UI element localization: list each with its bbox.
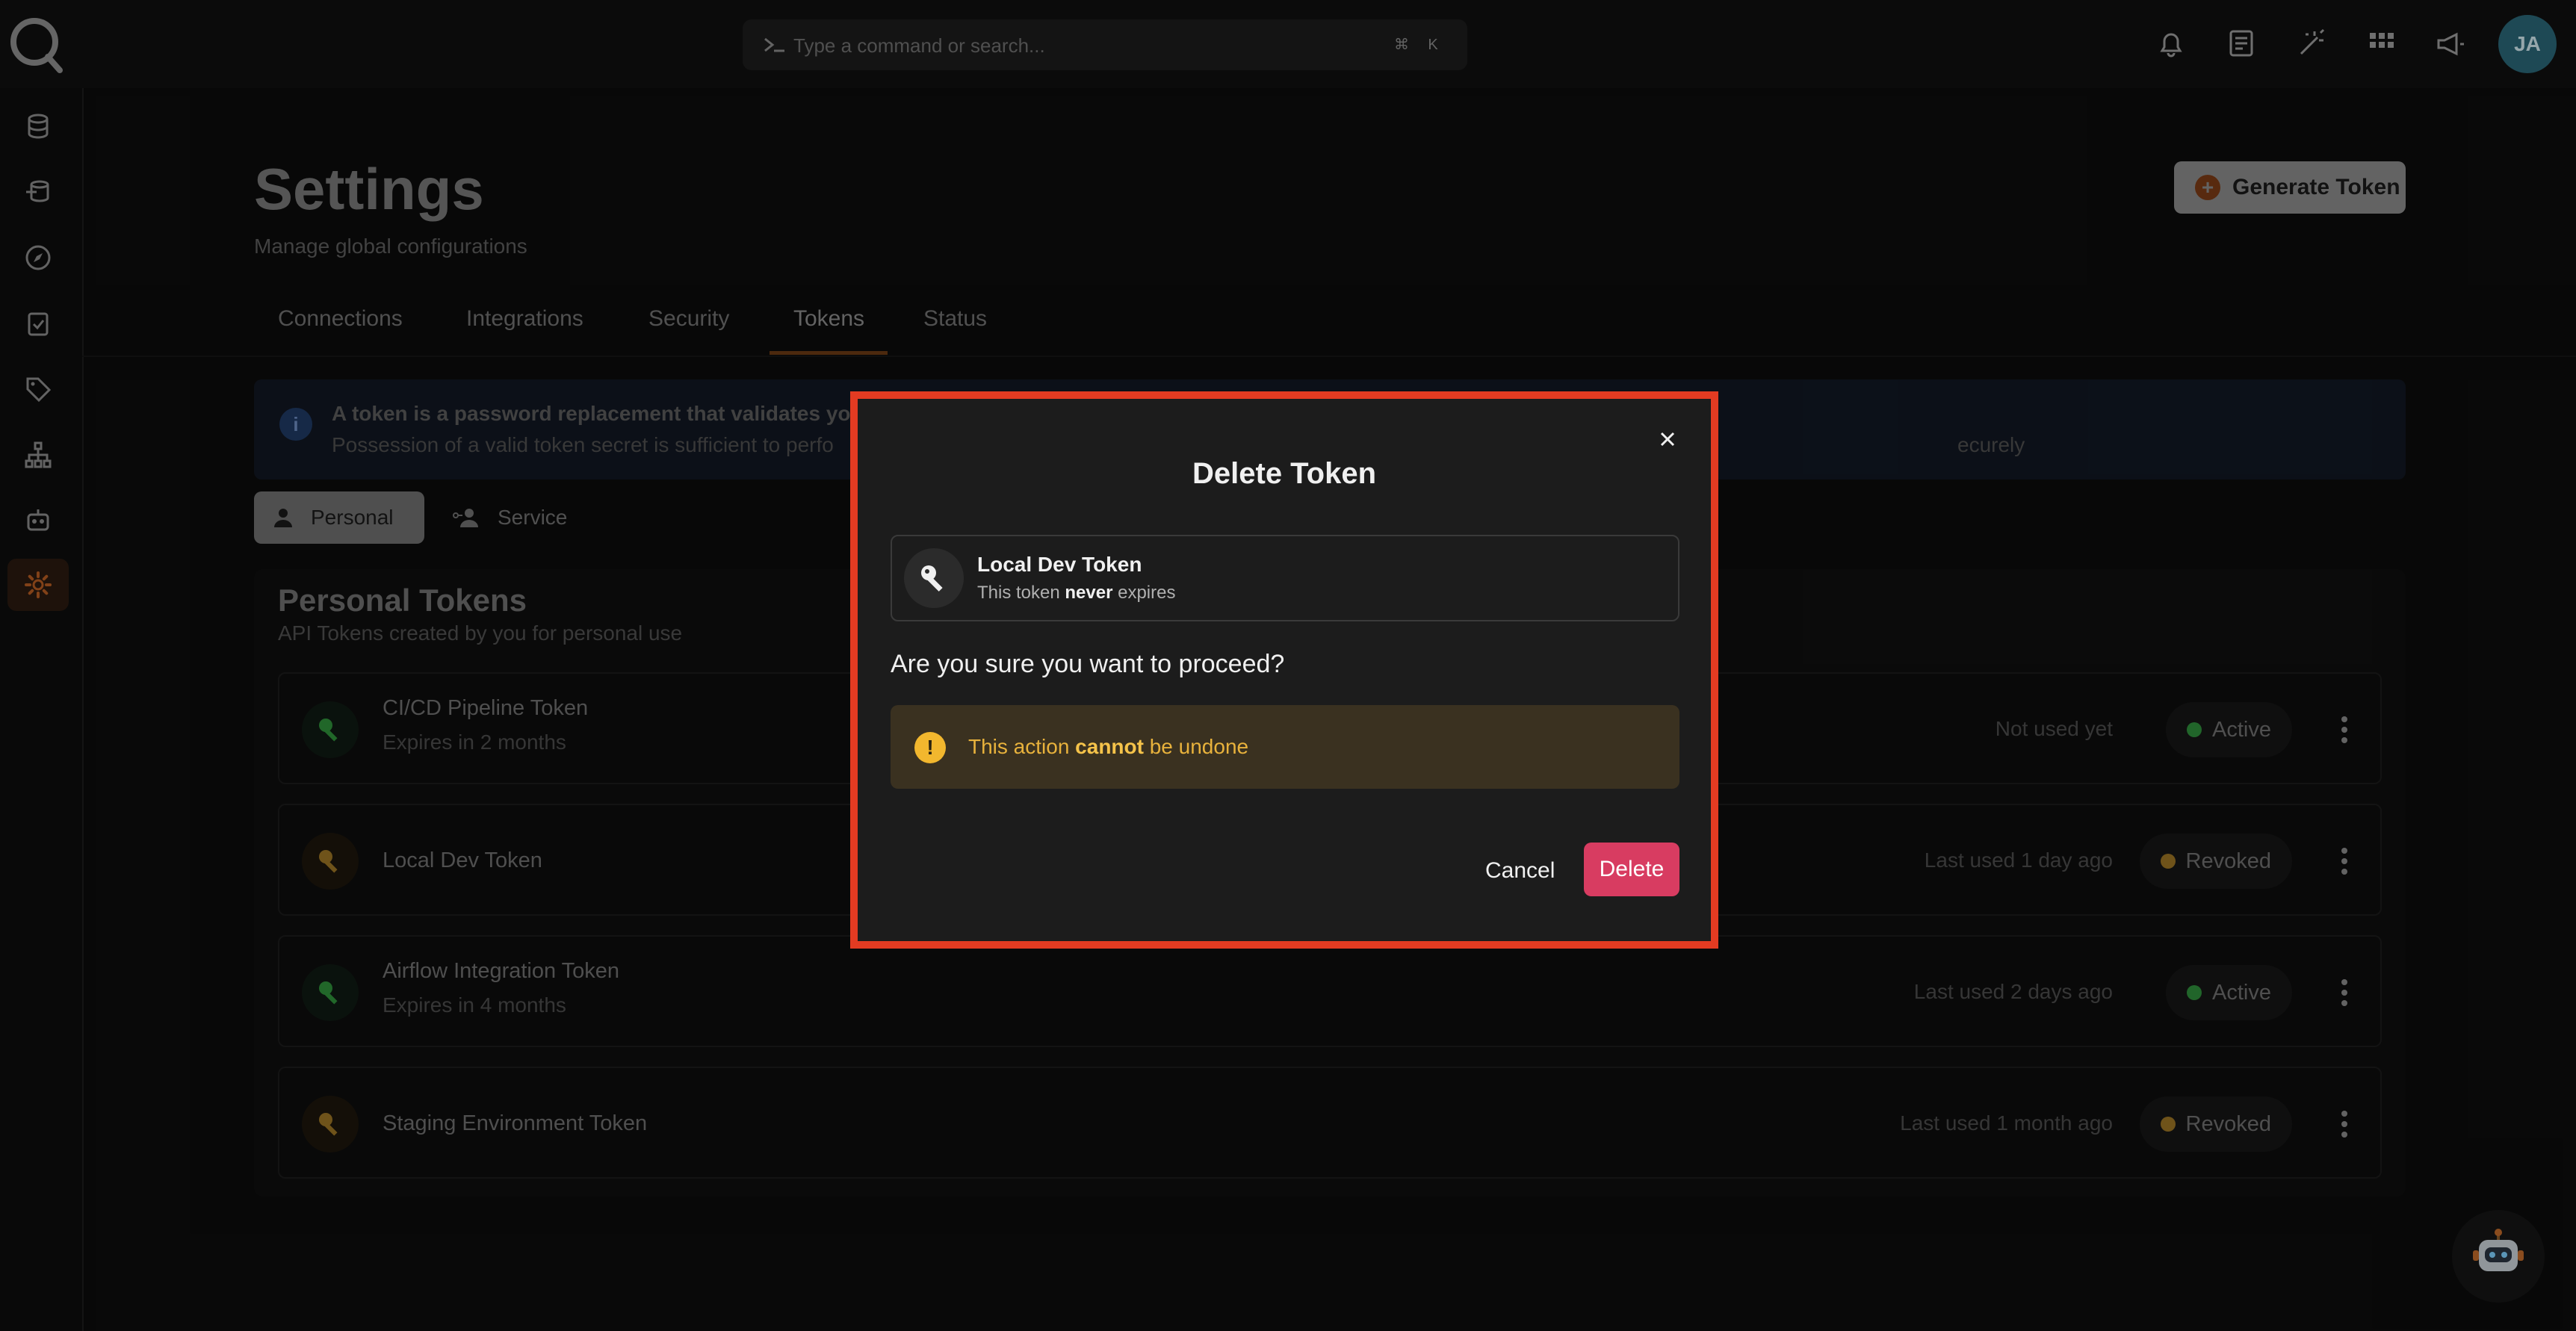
confirm-question: Are you sure you want to proceed? bbox=[891, 650, 1285, 678]
key-icon bbox=[904, 548, 964, 608]
expiry-prefix: This token bbox=[977, 583, 1065, 603]
warning-icon: ! bbox=[914, 732, 946, 763]
warning-suffix: be undone bbox=[1143, 735, 1249, 758]
dialog-token-expiry: This token never expires bbox=[977, 583, 1175, 604]
warning-prefix: This action bbox=[968, 735, 1076, 758]
warning-text: This action cannot be undone bbox=[968, 735, 1248, 759]
delete-button[interactable]: Delete bbox=[1584, 843, 1679, 896]
delete-token-dialog: Delete Token Local Dev Token This token … bbox=[858, 399, 1711, 941]
warning-banner: ! This action cannot be undone bbox=[891, 705, 1679, 789]
expiry-strong: never bbox=[1065, 583, 1113, 603]
token-summary: Local Dev Token This token never expires bbox=[891, 535, 1679, 621]
warning-strong: cannot bbox=[1075, 735, 1144, 758]
expiry-suffix: expires bbox=[1112, 583, 1176, 603]
dialog-token-name: Local Dev Token bbox=[977, 553, 1142, 576]
close-icon[interactable] bbox=[1654, 426, 1681, 453]
cancel-button[interactable]: Cancel bbox=[1481, 844, 1559, 898]
dialog-title: Delete Token bbox=[1192, 457, 1376, 490]
